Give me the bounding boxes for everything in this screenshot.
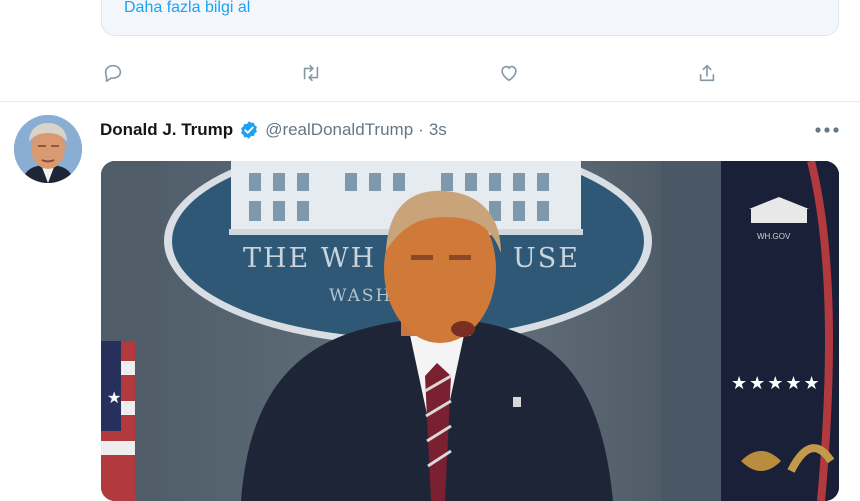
separator-dot: · <box>418 120 424 139</box>
like-button[interactable] <box>494 58 524 88</box>
avatar[interactable] <box>14 115 82 183</box>
tweet-video[interactable]: THE WH USE WASH ★ ★★★★★ WH.GOV <box>101 161 839 501</box>
tweet-timestamp[interactable]: 3s <box>429 120 447 140</box>
author-name[interactable]: Donald J. Trump <box>100 120 233 140</box>
svg-text:★★★★★: ★★★★★ <box>731 373 822 393</box>
reply-button[interactable] <box>98 58 128 88</box>
retweet-icon <box>303 64 319 82</box>
svg-text:★: ★ <box>107 390 121 407</box>
learn-more-link[interactable]: Daha fazla bilgi al <box>124 0 250 17</box>
svg-text:WH.GOV: WH.GOV <box>757 232 791 241</box>
reply-icon <box>104 64 122 83</box>
podium-text-right: USE <box>513 243 580 274</box>
share-button[interactable] <box>692 58 722 88</box>
tweet-action-bar <box>0 58 860 88</box>
video-frame: THE WH USE WASH ★ ★★★★★ WH.GOV <box>101 161 839 501</box>
tweet-header: Donald J. Trump @realDonaldTrump · 3s <box>100 118 447 142</box>
us-flag-left: ★ <box>101 341 135 501</box>
podium-text-left: THE WH <box>243 243 376 274</box>
tweet-divider <box>0 101 860 102</box>
more-button[interactable] <box>814 122 840 138</box>
podium-subtext: WASH <box>329 286 392 306</box>
notice-box: Daha fazla bilgi al <box>101 0 839 36</box>
verified-badge-icon <box>239 120 259 140</box>
profile-photo <box>14 115 82 183</box>
author-handle[interactable]: @realDonaldTrump <box>265 120 413 140</box>
heart-icon <box>501 65 517 82</box>
retweet-button[interactable] <box>296 58 326 88</box>
more-dots-icon <box>815 127 839 133</box>
share-icon <box>699 64 715 82</box>
